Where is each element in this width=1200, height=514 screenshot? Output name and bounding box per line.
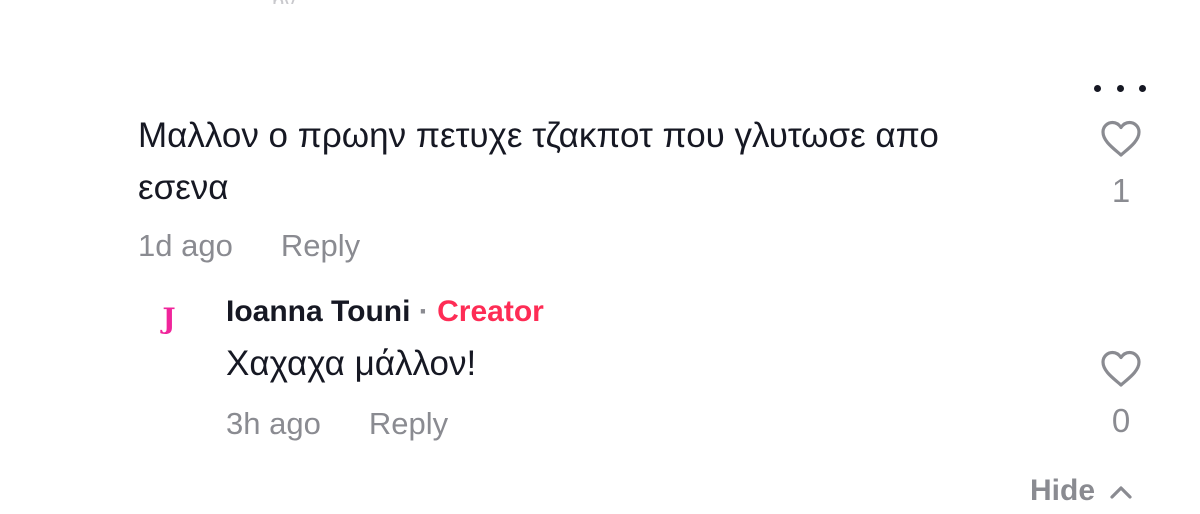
reply-username[interactable]: Ioanna Touni [226,295,410,328]
reply-like-button[interactable]: 0 [1091,350,1151,440]
comment-meta: 1d ago Reply [138,228,360,264]
creator-badge: Creator [437,295,544,328]
comment-text: Μαλλον ο πρωην πετυχε τζακποτ που γλυτωσ… [138,116,939,207]
comment-reply-button[interactable]: Reply [281,228,360,264]
dot [1094,84,1101,92]
comment-like-button[interactable]: 1 [1091,120,1151,210]
previous-comment-fragment: py [272,0,332,4]
comment-timestamp: 1d ago [138,228,233,263]
heart-outline-icon[interactable] [1100,350,1142,388]
dot [1116,84,1124,92]
reply-timestamp: 3h ago [226,406,321,441]
heart-outline-icon[interactable] [1100,120,1142,158]
comment-like-count: 1 [1111,172,1131,209]
separator-dot: · [418,295,429,328]
more-options-icon[interactable] [1094,80,1146,96]
hide-replies-button[interactable]: Hide [1030,474,1133,508]
dot [1139,84,1146,92]
reply-header: Ioanna Touni · Creator [226,292,544,332]
chevron-up-icon [1109,474,1133,508]
avatar[interactable]: J [152,298,186,338]
hide-label: Hide [1030,474,1096,507]
reply-meta: 3h ago Reply [226,406,448,442]
reply-like-count: 0 [1111,402,1131,439]
reply-text: Χαχαχα μάλλον! [226,344,477,383]
reply-reply-button[interactable]: Reply [369,406,448,442]
